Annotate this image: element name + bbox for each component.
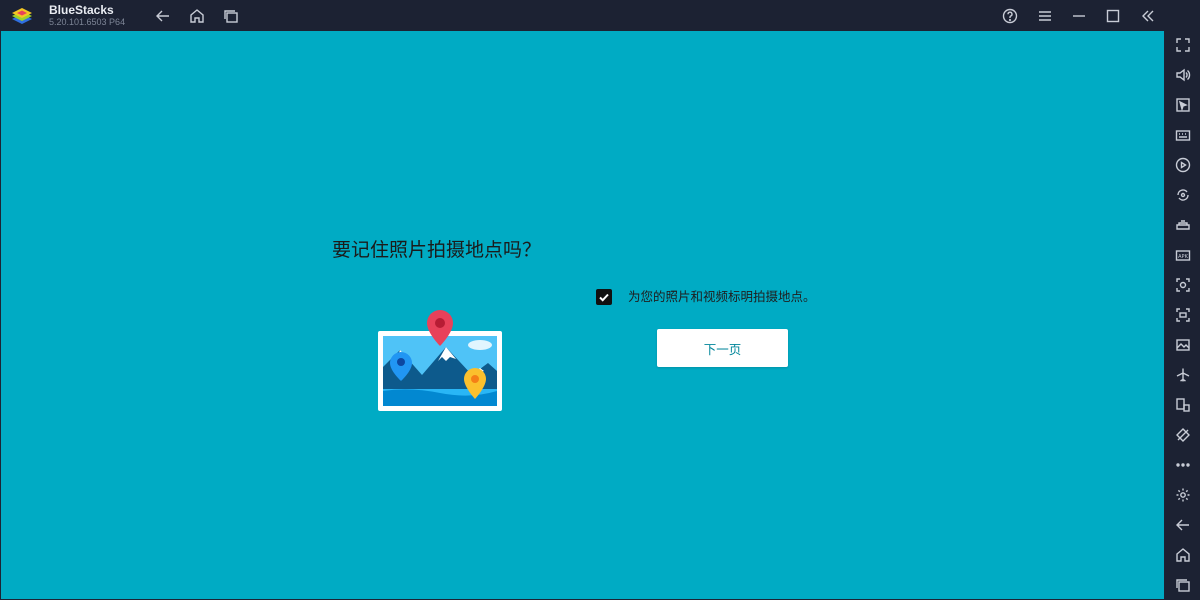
page-title: 要记住照片拍摄地点吗？ bbox=[332, 239, 542, 261]
recent-apps-button[interactable] bbox=[220, 5, 242, 27]
home-button[interactable] bbox=[186, 5, 208, 27]
media-button[interactable] bbox=[1173, 155, 1192, 174]
menu-button[interactable] bbox=[1034, 5, 1056, 27]
android-screen bbox=[1, 31, 1164, 599]
minimize-button[interactable] bbox=[1068, 5, 1090, 27]
media-folder-icon bbox=[1175, 338, 1190, 351]
media-folder-button[interactable] bbox=[1173, 335, 1192, 354]
eco-mode-button[interactable] bbox=[1173, 425, 1192, 444]
back-button[interactable] bbox=[152, 5, 174, 27]
title-bar: BlueStacks 5.20.101.6503 P64 bbox=[0, 0, 1200, 31]
collapse-sidebar-icon bbox=[1142, 10, 1154, 22]
next-button[interactable]: 下一页 bbox=[657, 329, 788, 367]
bluestacks-logo-icon bbox=[12, 8, 32, 24]
maximize-icon bbox=[1106, 9, 1120, 23]
screenshot-icon bbox=[1175, 277, 1190, 292]
settings-button[interactable] bbox=[1173, 485, 1192, 504]
checkmark-icon bbox=[599, 293, 609, 302]
game-controls-icon bbox=[1175, 219, 1190, 230]
more-button[interactable] bbox=[1173, 455, 1192, 474]
maximize-button[interactable] bbox=[1102, 5, 1124, 27]
recent-apps-icon bbox=[224, 10, 238, 23]
pointer-button[interactable] bbox=[1173, 95, 1192, 114]
game-controls-button[interactable] bbox=[1173, 215, 1192, 234]
android-home-button[interactable] bbox=[1173, 545, 1192, 564]
back-icon bbox=[156, 10, 169, 22]
app-name: BlueStacks bbox=[49, 3, 114, 17]
screen-record-button[interactable] bbox=[1173, 305, 1192, 324]
android-recent-button[interactable] bbox=[1173, 575, 1192, 594]
home-icon bbox=[190, 9, 204, 23]
eco-mode-icon bbox=[1175, 427, 1190, 442]
collapse-sidebar-button[interactable] bbox=[1137, 5, 1159, 27]
keyboard-icon bbox=[1175, 129, 1190, 141]
volume-icon bbox=[1175, 68, 1190, 81]
minimize-icon bbox=[1073, 15, 1085, 17]
android-home-icon bbox=[1175, 547, 1190, 562]
multi-instance-button[interactable] bbox=[1173, 395, 1192, 414]
fullscreen-icon bbox=[1175, 37, 1190, 52]
help-icon bbox=[1002, 8, 1018, 24]
right-toolbar: APK bbox=[1165, 31, 1200, 600]
airplane-button[interactable] bbox=[1173, 365, 1192, 384]
location-tag-label[interactable]: 为您的照片和视频标明拍摄地点。 bbox=[628, 286, 816, 305]
screenshot-button[interactable] bbox=[1173, 275, 1192, 294]
pointer-icon bbox=[1175, 97, 1190, 112]
menu-icon bbox=[1039, 11, 1051, 21]
android-back-icon bbox=[1175, 519, 1189, 530]
media-icon bbox=[1175, 157, 1190, 172]
keyboard-button[interactable] bbox=[1173, 125, 1192, 144]
rotate-icon bbox=[1176, 188, 1189, 201]
more-icon bbox=[1175, 462, 1190, 467]
apk-label: APK bbox=[1178, 254, 1188, 260]
multi-instance-icon bbox=[1175, 397, 1190, 412]
photo-location-illustration bbox=[378, 310, 502, 411]
help-button[interactable] bbox=[999, 5, 1021, 27]
apk-icon: APK bbox=[1175, 249, 1190, 261]
airplane-icon bbox=[1176, 368, 1189, 382]
android-recent-icon bbox=[1175, 578, 1190, 592]
location-tag-checkbox[interactable] bbox=[596, 289, 612, 305]
rotate-button[interactable] bbox=[1173, 185, 1192, 204]
volume-button[interactable] bbox=[1173, 65, 1192, 84]
screen-record-icon bbox=[1175, 307, 1190, 322]
app-version: 5.20.101.6503 P64 bbox=[49, 17, 126, 27]
android-back-button[interactable] bbox=[1173, 515, 1192, 534]
apk-button[interactable]: APK bbox=[1173, 245, 1192, 264]
settings-icon bbox=[1176, 488, 1189, 501]
fullscreen-button[interactable] bbox=[1173, 35, 1192, 54]
